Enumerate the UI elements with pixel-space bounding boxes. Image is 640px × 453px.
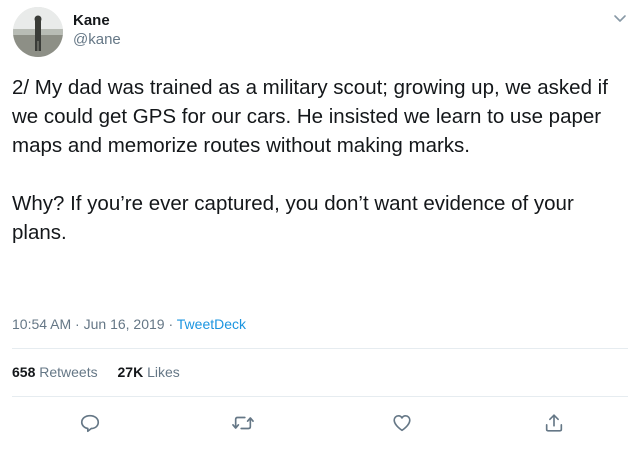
avatar[interactable] [13, 7, 63, 57]
tweet-meta: 10:54 AM · Jun 16, 2019 · TweetDeck [12, 314, 246, 334]
tweet-stats: 658 Retweets 27K Likes [12, 362, 196, 382]
likes-stat[interactable]: 27K Likes [118, 364, 180, 380]
display-name[interactable]: Kane [73, 11, 121, 30]
retweets-stat[interactable]: 658 Retweets [12, 364, 98, 380]
meta-separator: · [71, 316, 84, 332]
tweet-header: Kane @kane [13, 7, 121, 57]
tweet-time[interactable]: 10:54 AM [12, 316, 71, 332]
likes-count: 27K [117, 364, 144, 380]
user-names: Kane @kane [73, 11, 121, 49]
tweet-date[interactable]: Jun 16, 2019 [84, 316, 165, 332]
like-icon[interactable] [389, 410, 415, 436]
user-handle[interactable]: @kane [73, 30, 121, 49]
divider [12, 396, 628, 397]
chevron-down-icon[interactable] [612, 10, 628, 26]
tweet-text: 2/ My dad was trained as a military scou… [12, 76, 608, 244]
meta-separator: · [164, 316, 177, 332]
share-icon[interactable] [541, 410, 567, 436]
divider [12, 348, 628, 349]
retweets-count: 658 [12, 364, 36, 380]
retweets-label: Retweets [35, 364, 98, 380]
reply-icon[interactable] [77, 410, 103, 436]
tweet-actions [0, 410, 640, 440]
likes-label: Likes [143, 364, 180, 380]
tweet-source[interactable]: TweetDeck [177, 316, 246, 332]
retweet-icon[interactable] [230, 410, 256, 436]
tweet-card: Kane @kane 2/ My dad was trained as a mi… [0, 0, 640, 453]
